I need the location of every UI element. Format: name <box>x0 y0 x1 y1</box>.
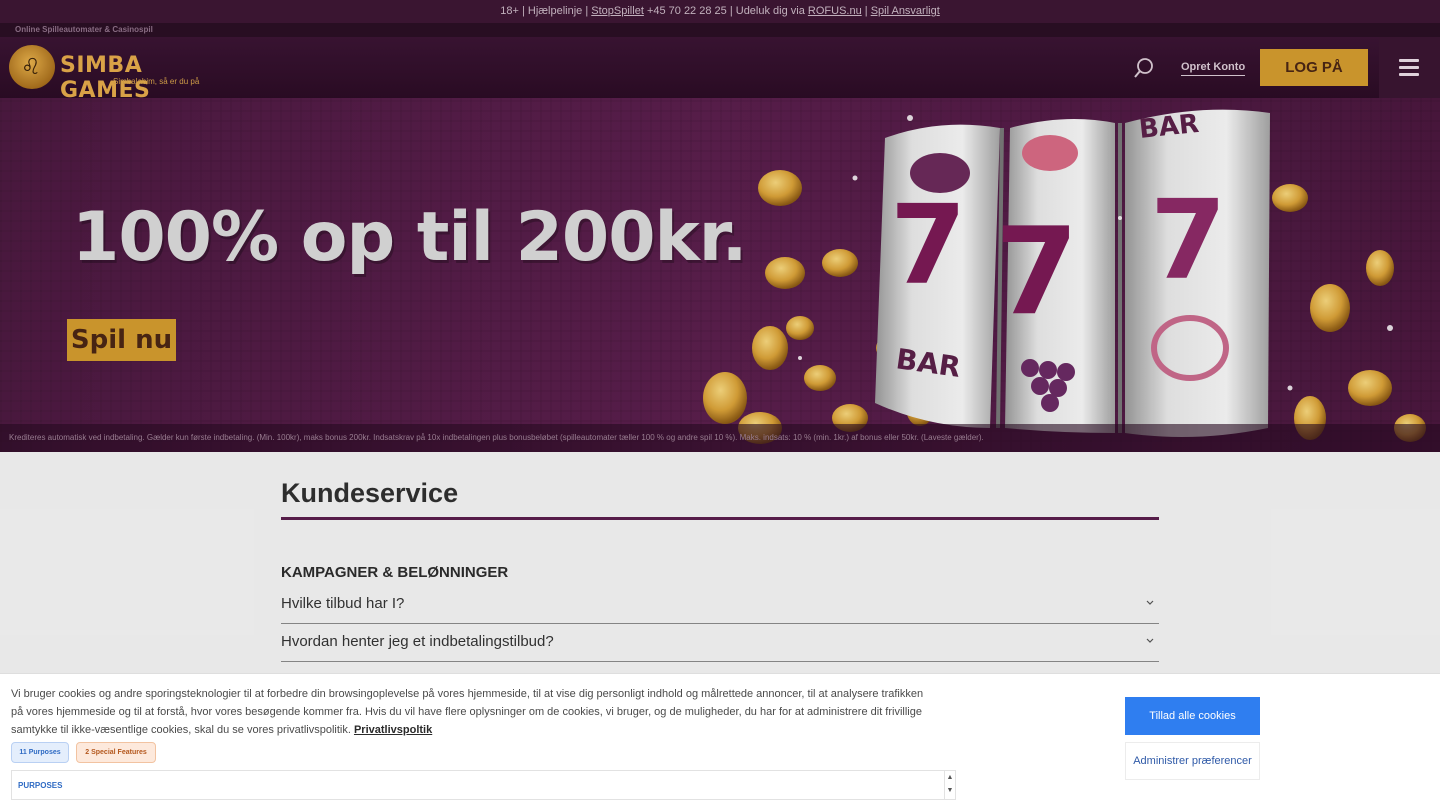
play-now-button[interactable]: Spil nu <box>67 319 176 361</box>
purposes-scrollbar[interactable]: ▲ ▼ <box>944 771 955 799</box>
create-account-link[interactable]: Opret Konto <box>1181 61 1246 76</box>
search-icon[interactable] <box>1133 57 1155 79</box>
cookie-text: Vi bruger cookies og andre sporingstekno… <box>11 688 924 736</box>
site-tagline: Online Spilleautomater & Casinospil <box>0 23 1440 37</box>
age-label: 18+ <box>500 5 519 17</box>
title-divider <box>281 517 1159 520</box>
seven-symbol: 7 <box>1150 176 1227 304</box>
faq-item[interactable]: Hvilke tilbud har I? <box>281 586 1159 624</box>
faq-question: Hvilke tilbud har I? <box>281 595 405 612</box>
helpline-phone: +45 70 22 28 25 <box>646 5 727 17</box>
faq-item[interactable]: Hvordan henter jeg et indbetalingstilbud… <box>281 624 1159 662</box>
section-heading: KAMPAGNER & BELØNNINGER <box>281 564 509 581</box>
chevron-down-icon <box>1146 638 1154 643</box>
seven-symbol: 7 <box>890 181 967 309</box>
responsible-gaming-bar: 18+ | Hjælpelinje | StopSpillet +45 70 2… <box>0 0 1440 23</box>
manage-preferences-button[interactable]: Administrer præferencer <box>1125 742 1260 780</box>
allow-all-cookies-button[interactable]: Tillad alle cookies <box>1125 697 1260 735</box>
hero-banner: 100% op til 200kr. Spil nu 7 7 7 BAR BAR… <box>0 98 1440 452</box>
bonus-terms-disclaimer: Krediteres automatisk ved indbetaling. G… <box>0 424 1440 452</box>
cookie-consent-banner: Vi bruger cookies og andre sporingstekno… <box>0 673 1440 810</box>
chevron-down-icon <box>1146 600 1154 605</box>
lion-icon: ♌ <box>9 45 55 89</box>
logo-subtitle: Simbalabim, så er du på <box>113 77 200 86</box>
login-button[interactable]: LOG PÅ <box>1260 49 1368 86</box>
purposes-badge[interactable]: 11 Purposes <box>11 742 69 763</box>
lemon-symbol <box>1022 135 1078 171</box>
exclude-label: Udeluk dig via <box>735 5 805 17</box>
special-features-badge[interactable]: 2 Special Features <box>76 742 156 763</box>
bar-symbol: BAR <box>1138 109 1201 145</box>
stopspillet-link[interactable]: StopSpillet <box>591 5 644 17</box>
page-title: Kundeservice <box>281 478 459 508</box>
slot-machine-illustration: 7 7 7 BAR BAR <box>703 109 1426 444</box>
seven-symbol: 7 <box>995 203 1079 342</box>
helpline-label: Hjælpelinje <box>527 5 583 17</box>
purposes-label: PURPOSES <box>18 781 63 790</box>
hamburger-menu-icon[interactable] <box>1379 37 1440 98</box>
faq-question: Hvordan henter jeg et indbetalingstilbud… <box>281 633 554 650</box>
site-header: ♌ SIMBA GAMES Simbalabim, så er du på Op… <box>0 37 1440 103</box>
purposes-list[interactable]: PURPOSES ▲ ▼ <box>11 770 956 800</box>
simba-games-logo[interactable]: ♌ SIMBA GAMES Simbalabim, så er du på <box>9 41 209 103</box>
privacy-policy-link[interactable]: Privatlivspoltik <box>354 724 432 736</box>
rofus-link[interactable]: ROFUS.nu <box>808 5 862 17</box>
plum-symbol <box>910 153 970 193</box>
responsible-gaming-link[interactable]: Spil Ansvarligt <box>871 5 940 17</box>
hero-title: 100% op til 200kr. <box>72 198 747 277</box>
